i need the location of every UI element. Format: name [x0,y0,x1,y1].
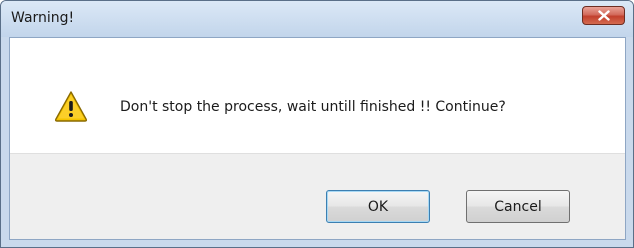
message-area: Don't stop the process, wait untill fini… [10,38,625,153]
cancel-button[interactable]: Cancel [466,190,570,223]
warning-icon [54,91,88,122]
button-area: OK Cancel [10,153,625,239]
close-button[interactable] [582,6,625,25]
dialog-body: Don't stop the process, wait untill fini… [9,37,626,240]
warning-dialog: Warning! Don't stop the process, wait un… [0,0,634,248]
dialog-message: Don't stop the process, wait untill fini… [120,99,506,115]
title-bar[interactable]: Warning! [1,1,633,37]
dialog-title: Warning! [11,10,75,26]
close-icon [598,10,610,21]
ok-button[interactable]: OK [326,190,430,223]
